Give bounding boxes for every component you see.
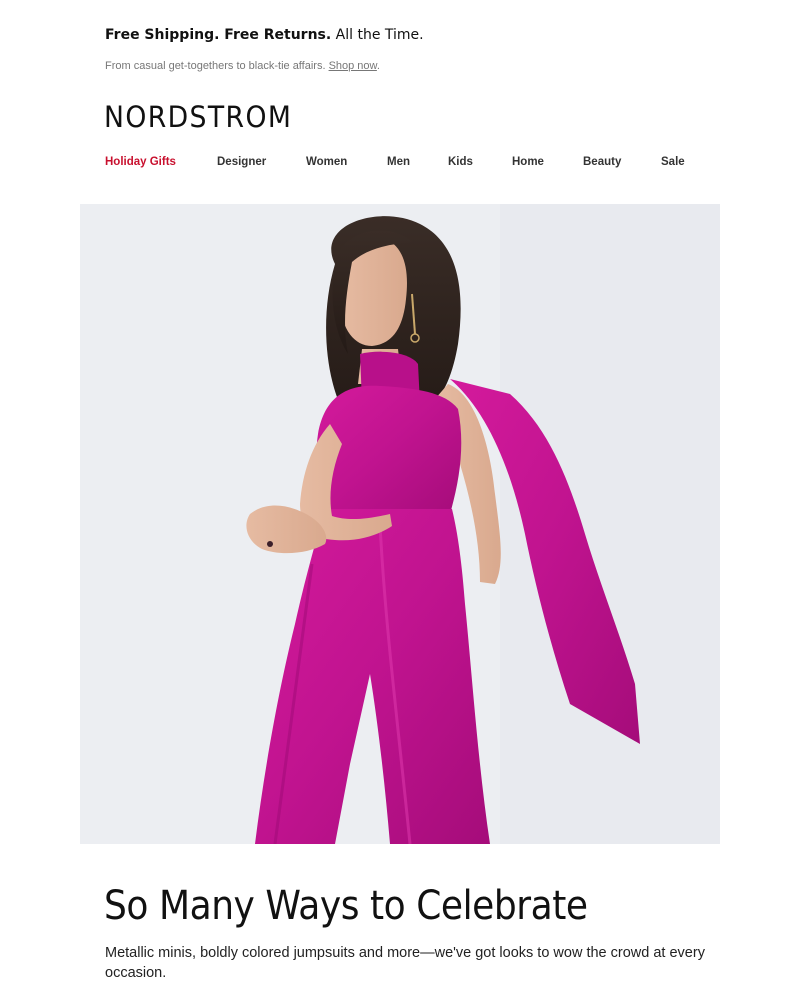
nav-item-sale[interactable]: Sale (661, 156, 685, 168)
page-headline: So Many Ways to Celebrate (104, 882, 588, 929)
shop-now-link[interactable]: Shop now (329, 60, 377, 72)
nav-item-men[interactable]: Men (387, 156, 410, 168)
nav-item-beauty[interactable]: Beauty (583, 156, 621, 168)
nordstrom-logo[interactable]: NORDSTROM (104, 103, 292, 132)
body-copy: Metallic minis, boldly colored jumpsuits… (105, 944, 705, 981)
subpromo-end: . (376, 60, 380, 72)
hero-image[interactable] (80, 204, 720, 844)
nav-item-kids[interactable]: Kids (448, 156, 473, 168)
nav-item-home[interactable]: Home (512, 156, 544, 168)
model-figure (80, 204, 720, 844)
promo-bold-text: Free Shipping. Free Returns. (105, 27, 332, 43)
nav-item-holiday-gifts[interactable]: Holiday Gifts (105, 156, 176, 168)
subpromo-text: From casual get-togethers to black-tie a… (105, 60, 329, 72)
shipping-promo: Free Shipping. Free Returns. All the Tim… (105, 27, 424, 43)
category-nav: Holiday Gifts Designer Women Men Kids Ho… (0, 156, 800, 172)
nav-item-women[interactable]: Women (306, 156, 347, 168)
subpromo-line: From casual get-togethers to black-tie a… (105, 60, 380, 72)
nav-item-designer[interactable]: Designer (217, 156, 266, 168)
promo-rest-text: All the Time. (331, 27, 424, 43)
